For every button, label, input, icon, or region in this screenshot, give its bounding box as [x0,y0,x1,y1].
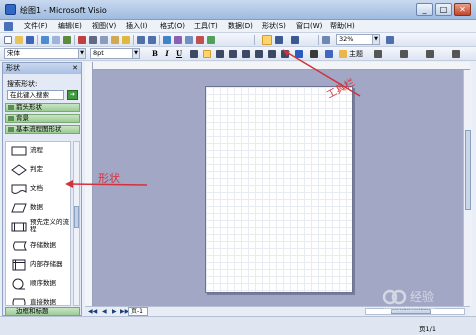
annotation-overlay [65,49,361,188]
arrowhead-icon [65,180,73,188]
shapes-annotation: 形状 [98,172,120,185]
